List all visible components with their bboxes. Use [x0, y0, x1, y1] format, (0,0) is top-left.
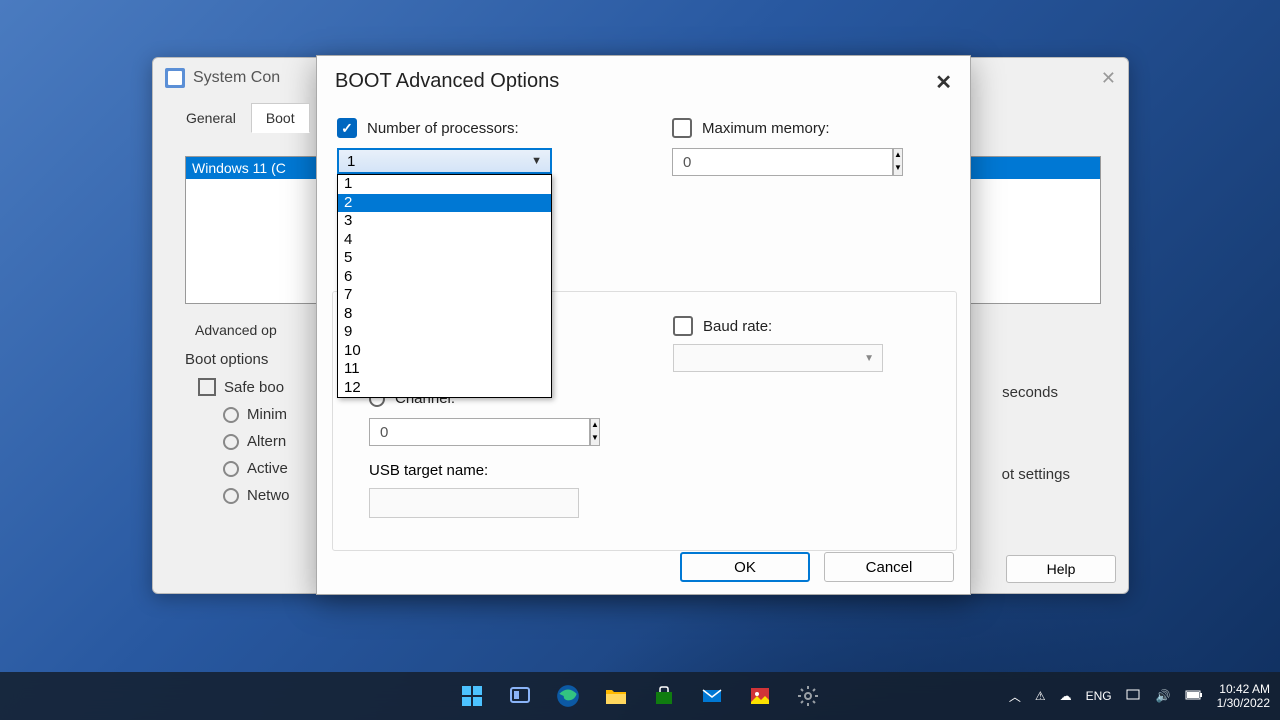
start-button[interactable]	[452, 676, 492, 716]
task-view-icon[interactable]	[500, 676, 540, 716]
tab-boot[interactable]: Boot	[251, 103, 310, 133]
onedrive-icon[interactable]: ⚠	[1035, 689, 1046, 703]
window-title: System Con	[193, 69, 280, 87]
channel-input[interactable]	[369, 418, 590, 446]
tray-chevron-icon[interactable]: ︿	[1009, 688, 1021, 705]
channel-down[interactable]: ▼	[591, 432, 599, 445]
edge-icon[interactable]	[548, 676, 588, 716]
taskbar: ︿ ⚠ ☁ ENG 🔊 10:42 AM 1/30/2022	[0, 672, 1280, 720]
dd-option-6[interactable]: 6	[338, 268, 551, 287]
usb-target-input[interactable]	[369, 488, 579, 518]
channel-up[interactable]: ▲	[591, 419, 599, 432]
settings-icon[interactable]	[788, 676, 828, 716]
baud-rate-combo[interactable]: ▼	[673, 344, 883, 372]
max-memory-down[interactable]: ▼	[894, 162, 902, 175]
tab-general[interactable]: General	[171, 103, 251, 133]
dd-option-3[interactable]: 3	[338, 212, 551, 231]
boot-options-label: Boot options	[185, 351, 290, 368]
dd-option-12[interactable]: 12	[338, 379, 551, 398]
ok-button[interactable]: OK	[680, 552, 810, 582]
advanced-options-button[interactable]: Advanced op	[185, 316, 287, 344]
boot-settings-fragment: ot settings	[1002, 466, 1070, 483]
dd-option-2[interactable]: 2	[338, 194, 551, 213]
timeout-seconds-label: seconds	[1002, 384, 1058, 401]
boot-advanced-options-dialog: BOOT Advanced Options ✕ ✓ Number of proc…	[316, 55, 971, 595]
dd-option-1[interactable]: 1	[338, 175, 551, 194]
dd-option-9[interactable]: 9	[338, 323, 551, 342]
chevron-down-icon: ▼	[531, 155, 542, 167]
baud-rate-label: Baud rate:	[703, 318, 772, 335]
dd-option-5[interactable]: 5	[338, 249, 551, 268]
cancel-button[interactable]: Cancel	[824, 552, 954, 582]
num-processors-label: Number of processors:	[367, 120, 519, 137]
mail-icon[interactable]	[692, 676, 732, 716]
baud-rate-checkbox[interactable]	[673, 316, 693, 336]
radio-network[interactable]	[223, 488, 239, 504]
num-processors-combo[interactable]: 1 ▼	[337, 148, 552, 174]
max-memory-up[interactable]: ▲	[894, 149, 902, 162]
close-icon[interactable]: ✕	[1101, 68, 1116, 89]
dd-option-11[interactable]: 11	[338, 360, 551, 379]
radio-alternate[interactable]	[223, 434, 239, 450]
dd-option-8[interactable]: 8	[338, 305, 551, 324]
dialog-title: BOOT Advanced Options	[317, 56, 970, 103]
msconfig-icon	[165, 68, 185, 88]
help-button[interactable]: Help	[1006, 555, 1116, 583]
num-processors-checkbox[interactable]: ✓	[337, 118, 357, 138]
network-icon[interactable]	[1126, 688, 1142, 705]
dd-option-10[interactable]: 10	[338, 342, 551, 361]
max-memory-checkbox[interactable]	[672, 118, 692, 138]
store-icon[interactable]	[644, 676, 684, 716]
num-processors-dropdown[interactable]: 1 2 3 4 5 6 7 8 9 10 11 12	[337, 174, 552, 398]
max-memory-input[interactable]	[672, 148, 893, 176]
battery-icon[interactable]	[1185, 689, 1203, 704]
volume-icon[interactable]: 🔊	[1156, 689, 1171, 703]
radio-active-directory[interactable]	[223, 461, 239, 477]
safe-boot-checkbox[interactable]	[198, 378, 216, 396]
dd-option-7[interactable]: 7	[338, 286, 551, 305]
clock[interactable]: 10:42 AM 1/30/2022	[1217, 682, 1270, 710]
cloud-icon[interactable]: ☁	[1060, 689, 1072, 703]
radio-minimal[interactable]	[223, 407, 239, 423]
usb-target-label: USB target name:	[369, 462, 488, 479]
max-memory-label: Maximum memory:	[702, 120, 830, 137]
dd-option-4[interactable]: 4	[338, 231, 551, 250]
photos-icon[interactable]	[740, 676, 780, 716]
language-indicator[interactable]: ENG	[1086, 689, 1112, 703]
dialog-close-icon[interactable]: ✕	[935, 70, 952, 95]
file-explorer-icon[interactable]	[596, 676, 636, 716]
